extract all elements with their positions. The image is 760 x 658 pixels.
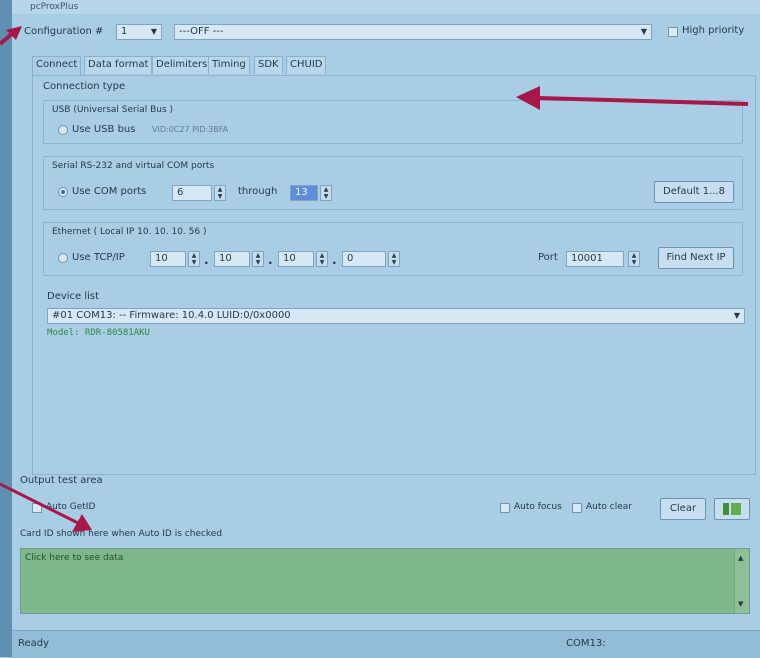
annotation-arrow-connection-type — [516, 86, 749, 110]
annotation-arrow-configuration — [0, 26, 22, 46]
annotation-arrow-card-id — [0, 482, 92, 532]
annotation-overlay — [0, 26, 749, 532]
